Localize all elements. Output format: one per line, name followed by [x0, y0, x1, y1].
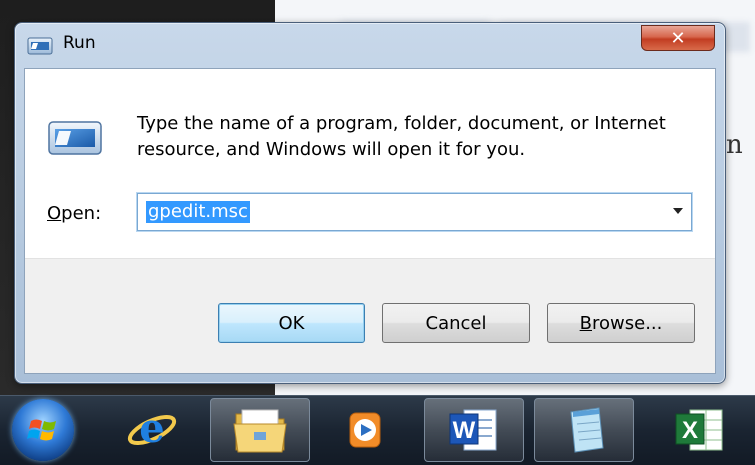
internet-explorer-icon: e [127, 405, 177, 452]
run-icon [27, 36, 53, 56]
close-button[interactable]: ✕ [641, 25, 715, 51]
taskbar: e W X [0, 395, 755, 465]
open-label: Open: [47, 203, 102, 224]
cancel-button[interactable]: Cancel [382, 303, 530, 343]
svg-text:e: e [139, 405, 164, 452]
run-large-icon [47, 119, 103, 157]
background-text: n [726, 130, 743, 160]
ok-button[interactable]: OK [218, 303, 365, 343]
windows-logo-icon [27, 419, 56, 441]
media-player-icon [349, 412, 381, 448]
chevron-down-icon[interactable] [673, 208, 683, 214]
notepad-icon [570, 407, 604, 453]
svg-text:X: X [682, 417, 698, 444]
excel-icon: X [675, 409, 723, 451]
taskbar-word[interactable]: W [424, 398, 524, 462]
run-dialog: Run ✕ Type the name of a program, folder… [14, 22, 726, 384]
folder-icon [233, 409, 287, 453]
dialog-title: Run [63, 33, 96, 53]
taskbar-windows-explorer[interactable] [210, 398, 310, 462]
close-icon: ✕ [670, 27, 686, 49]
taskbar-media-player[interactable] [325, 398, 405, 462]
svg-text:W: W [453, 417, 476, 444]
taskbar-internet-explorer[interactable]: e [112, 398, 192, 462]
title-bar[interactable]: Run ✕ [15, 23, 725, 67]
dialog-description: Type the name of a program, folder, docu… [137, 113, 666, 160]
taskbar-notepad[interactable] [534, 398, 634, 462]
word-icon: W [449, 409, 497, 451]
open-input-value[interactable]: gpedit.msc [146, 201, 250, 223]
dialog-body: Type the name of a program, folder, docu… [24, 68, 716, 374]
browse-button[interactable]: Browse... [547, 303, 695, 343]
open-combobox[interactable]: gpedit.msc [137, 193, 692, 231]
start-button[interactable] [12, 399, 74, 461]
taskbar-excel[interactable]: X [650, 398, 750, 462]
